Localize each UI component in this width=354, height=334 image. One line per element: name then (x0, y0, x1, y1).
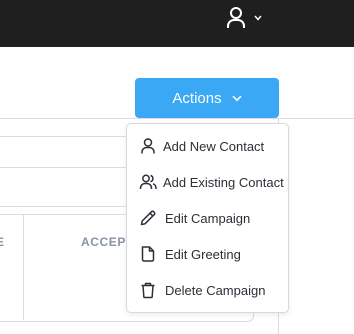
pencil-icon (140, 210, 156, 226)
panel-divider-mid (0, 206, 126, 207)
menu-item-add-new-contact[interactable]: Add New Contact (127, 128, 288, 164)
menu-item-label: Add Existing Contact (163, 174, 284, 190)
users-icon (139, 174, 157, 189)
menu-item-add-existing-contact[interactable]: Add Existing Contact (127, 164, 288, 200)
trash-icon (141, 282, 155, 299)
chevron-down-icon (232, 95, 242, 101)
menu-item-label: Add New Contact (163, 138, 265, 154)
chevron-down-icon (254, 15, 262, 21)
table-column-header: E (0, 235, 5, 249)
menu-item-label: Edit Campaign (165, 210, 251, 226)
menu-item-label: Edit Greeting (165, 246, 241, 262)
user-icon (227, 7, 245, 28)
actions-button-label: Actions (172, 89, 222, 107)
user-menu-trigger[interactable] (224, 4, 268, 32)
background-field (0, 136, 139, 168)
top-navigation-bar (0, 0, 354, 47)
menu-item-edit-campaign[interactable]: Edit Campaign (127, 200, 288, 236)
menu-item-label: Delete Campaign (165, 282, 266, 298)
menu-item-edit-greeting[interactable]: Edit Greeting (127, 236, 288, 272)
actions-dropdown-menu: Add New Contact Add Existing Contact Edi… (126, 123, 289, 313)
actions-button[interactable]: Actions (135, 78, 279, 118)
document-icon (141, 246, 155, 262)
user-icon (141, 138, 155, 154)
menu-item-delete-campaign[interactable]: Delete Campaign (127, 272, 288, 308)
table-column-divider (23, 215, 24, 320)
panel-divider-top (0, 118, 354, 119)
table-column-header-accept: ACCEP (81, 235, 127, 249)
